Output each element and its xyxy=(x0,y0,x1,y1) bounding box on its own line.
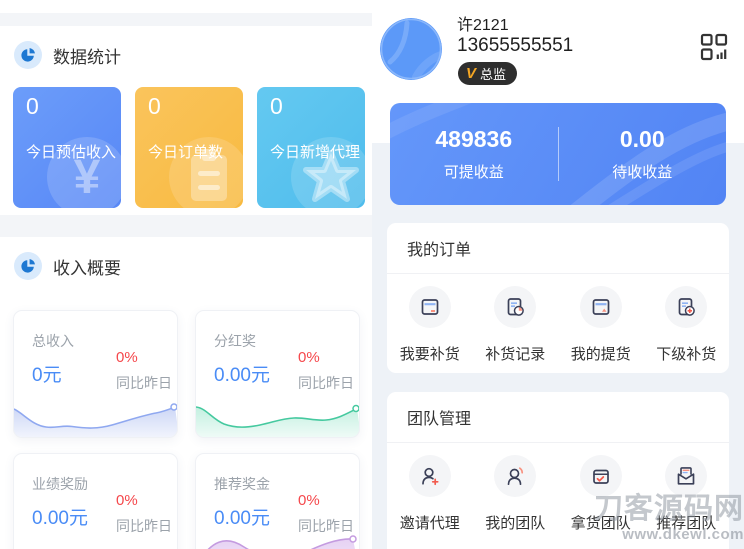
balance-card: 489836 可提收益 0.00 待收收益 xyxy=(390,103,726,205)
stat-card-estimated-income: 0 今日预估收入 ¥ xyxy=(13,87,121,208)
pending-label: 待收收益 xyxy=(612,161,672,182)
sub-restock-icon xyxy=(665,286,707,328)
pending-balance[interactable]: 0.00 待收收益 xyxy=(559,103,727,205)
team-item-label: 推荐团队 xyxy=(656,512,716,533)
team-item-invite-agent[interactable]: 邀请代理 xyxy=(387,455,473,533)
pending-value: 0.00 xyxy=(620,126,665,153)
income-card-compare: 同比昨日 xyxy=(298,373,354,393)
team-panel: 团队管理 邀请代理 xyxy=(387,392,729,549)
level-badge: V 总监 xyxy=(458,62,517,85)
restock-icon xyxy=(409,286,451,328)
income-card-value: 0.00元 xyxy=(214,360,270,387)
income-card-percent: 0% xyxy=(116,492,172,509)
stats-section-title: 数据统计 xyxy=(53,43,121,68)
orders-item-label: 我要补货 xyxy=(400,343,460,364)
orders-item-label: 我的提货 xyxy=(571,343,631,364)
income-card-dividend[interactable]: 分红奖 0.00元 0% 同比昨日 xyxy=(195,310,360,438)
divider xyxy=(387,442,729,443)
team-panel-title: 团队管理 xyxy=(407,405,471,429)
income-card-total[interactable]: 总收入 0元 0% 同比昨日 xyxy=(13,310,178,438)
referral-team-icon xyxy=(665,455,707,497)
stat-card-order-count: 0 今日订单数 xyxy=(135,87,243,208)
restock-history-icon xyxy=(494,286,536,328)
stats-section-header: 数据统计 xyxy=(14,41,121,69)
income-card-value: 0.00元 xyxy=(214,503,270,530)
section-separator xyxy=(0,13,372,26)
income-card-title: 总收入 xyxy=(32,331,74,351)
income-card-compare: 同比昨日 xyxy=(116,373,172,393)
income-card-value: 0.00元 xyxy=(32,503,88,530)
income-card-percent: 0% xyxy=(298,492,354,509)
orders-item-sub-restock[interactable]: 下级补货 xyxy=(644,286,730,364)
orders-item-label: 补货记录 xyxy=(485,343,545,364)
divider xyxy=(387,273,729,274)
user-phone: 13655555551 xyxy=(457,35,573,57)
svg-text:¥: ¥ xyxy=(74,151,101,204)
income-section-title: 收入概要 xyxy=(53,254,121,279)
orders-item-pickup[interactable]: 我的提货 xyxy=(558,286,644,364)
invite-agent-icon xyxy=(409,455,451,497)
orders-item-restock-history[interactable]: 补货记录 xyxy=(473,286,559,364)
section-separator xyxy=(0,215,372,237)
income-card-compare: 同比昨日 xyxy=(116,516,172,536)
income-card-referral[interactable]: 推荐奖金 0.00元 0% 同比昨日 xyxy=(195,453,360,549)
supply-team-icon xyxy=(580,455,622,497)
income-card-value: 0元 xyxy=(32,360,62,387)
income-card-title: 分红奖 xyxy=(214,331,256,351)
team-item-referral-team[interactable]: 推荐团队 xyxy=(644,455,730,533)
orders-item-restock[interactable]: 我要补货 xyxy=(387,286,473,364)
badge-v-icon: V xyxy=(466,65,476,82)
pickup-icon xyxy=(580,286,622,328)
team-item-label: 拿货团队 xyxy=(571,512,631,533)
orders-panel: 我的订单 我要补货 xyxy=(387,223,729,373)
income-card-title: 推荐奖金 xyxy=(214,474,270,494)
dashboard-grid-icon[interactable] xyxy=(700,33,728,68)
team-item-label: 邀请代理 xyxy=(400,512,460,533)
team-item-my-team[interactable]: 我的团队 xyxy=(473,455,559,533)
stat-value: 0 xyxy=(148,93,161,120)
stat-value: 0 xyxy=(270,93,283,120)
income-card-performance[interactable]: 业绩奖励 0.00元 0% 同比昨日 xyxy=(13,453,178,549)
team-item-label: 我的团队 xyxy=(485,512,545,533)
user-name: 许2121 xyxy=(457,11,509,35)
app-screen: 数据统计 0 今日预估收入 ¥ 0 今日订单数 0 今日新增代理 xyxy=(0,0,744,549)
my-team-icon xyxy=(494,455,536,497)
income-section-header: 收入概要 xyxy=(14,252,121,280)
stat-value: 0 xyxy=(26,93,39,120)
badge-label: 总监 xyxy=(480,64,506,83)
income-card-percent: 0% xyxy=(116,349,172,366)
withdrawable-label: 可提收益 xyxy=(444,161,504,182)
orders-item-label: 下级补货 xyxy=(656,343,716,364)
withdrawable-value: 489836 xyxy=(435,126,512,153)
yen-coin-icon: ¥ xyxy=(39,129,121,208)
avatar[interactable] xyxy=(380,18,442,80)
team-item-supply-team[interactable]: 拿货团队 xyxy=(558,455,644,533)
income-card-title: 业绩奖励 xyxy=(32,474,88,494)
sparkline-chart xyxy=(196,532,360,549)
pie-chart-icon xyxy=(14,252,42,280)
withdrawable-balance[interactable]: 489836 可提收益 xyxy=(390,103,558,205)
stat-card-new-agents: 0 今日新增代理 xyxy=(257,87,365,208)
clipboard-icon xyxy=(161,129,243,208)
sparkline-chart xyxy=(196,399,360,437)
orders-panel-title: 我的订单 xyxy=(407,236,471,260)
star-icon xyxy=(283,129,365,208)
sparkline-chart xyxy=(14,399,178,437)
income-card-percent: 0% xyxy=(298,349,354,366)
pie-chart-icon xyxy=(14,41,42,69)
